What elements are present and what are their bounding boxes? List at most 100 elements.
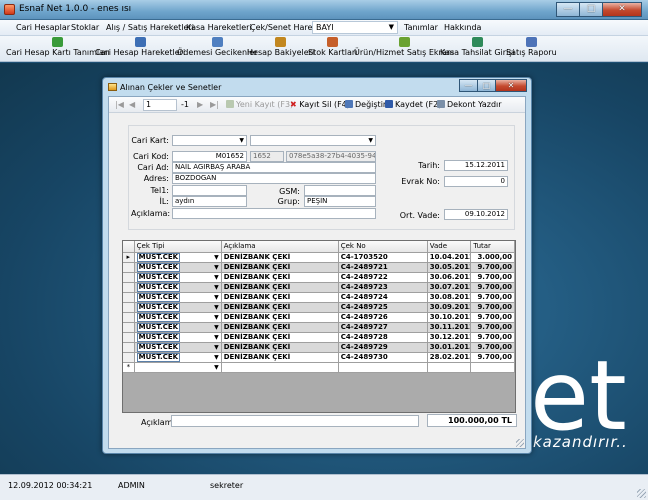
cell-cek-tipi[interactable]: MUST.CEK ▼ xyxy=(134,353,222,363)
cell-vade[interactable]: 30.06.2012 xyxy=(427,273,472,283)
row-selector[interactable] xyxy=(123,353,135,363)
tel1-field[interactable] xyxy=(172,185,247,196)
dialog-maximize-button[interactable]: □ xyxy=(477,79,496,92)
cell-cek-no[interactable]: C4-2489721 xyxy=(338,263,428,273)
cell-cek-tipi[interactable]: MUST.CEK ▼ xyxy=(134,283,222,293)
cell-cek-tipi[interactable]: MUST.CEK ▼ xyxy=(134,303,222,313)
cell-cek-tipi[interactable]: MUST.CEK ▼ xyxy=(134,253,222,263)
row-selector[interactable] xyxy=(123,303,135,313)
cell-cek-no[interactable]: C4-1703520 xyxy=(338,253,428,263)
cell-tutar[interactable]: 9.700,00 xyxy=(471,333,515,343)
cell-aciklama[interactable]: DENİZBANK ÇEKİ xyxy=(221,323,339,333)
delete-record-button[interactable]: ✖ Kayıt Sil (F4) xyxy=(290,100,350,109)
cell-vade[interactable]: 30.01.2013 xyxy=(427,343,472,353)
dialog-titlebar[interactable]: Alınan Çekler ve Senetler — □ ✕ xyxy=(103,78,531,95)
toolbar-cari-hareket[interactable]: Cari Hesap Hareketleri xyxy=(95,37,185,57)
cell-cek-tipi[interactable]: MUST.CEK ▼ xyxy=(134,343,222,353)
cell-cek-no[interactable]: C4-2489726 xyxy=(338,313,428,323)
last-record-icon[interactable]: ▶| xyxy=(210,100,219,109)
cell-cek-no[interactable]: C4-2489730 xyxy=(338,353,428,363)
cell-cek-tipi[interactable]: MUST.CEK ▼ xyxy=(134,313,222,323)
table-row[interactable]: MUST.CEK ▼ DENİZBANK ÇEKİ C4-2489730 28.02.2… xyxy=(123,353,515,363)
new-record-button[interactable]: Yeni Kayıt (F3) xyxy=(226,100,293,109)
cell-cek-no[interactable]: C4-2489722 xyxy=(338,273,428,283)
table-row[interactable]: MUST.CEK ▼ DENİZBANK ÇEKİ C4-2489729 30.01.2… xyxy=(123,343,515,353)
cell-tutar[interactable]: 9.700,00 xyxy=(471,283,515,293)
menu-hakkinda[interactable]: Hakkında xyxy=(444,23,481,32)
menu-kasa[interactable]: Kasa Hareketleri xyxy=(186,23,252,32)
dialog-resize-grip[interactable] xyxy=(516,439,524,447)
aciklama-field[interactable] xyxy=(172,208,376,219)
cell-vade[interactable]: 30.09.2012 xyxy=(427,303,472,313)
toolbar-stok-kartlari[interactable]: Stok Kartları xyxy=(308,37,357,57)
dialog-minimize-button[interactable]: — xyxy=(459,79,478,92)
row-selector[interactable] xyxy=(123,263,135,273)
table-row[interactable]: MUST.CEK ▼ DENİZBANK ÇEKİ C4-2489726 30.10.2… xyxy=(123,313,515,323)
cell-tutar[interactable]: 9.700,00 xyxy=(471,273,515,283)
menu-cari-hesaplar[interactable]: Cari Hesaplar xyxy=(16,23,70,32)
cell-aciklama[interactable]: DENİZBANK ÇEKİ xyxy=(221,283,339,293)
row-selector[interactable] xyxy=(123,293,135,303)
gsm-field[interactable] xyxy=(304,185,376,196)
new-row-cek-no[interactable] xyxy=(338,363,428,373)
cari-kod-field[interactable]: M01652 xyxy=(172,151,247,162)
table-row[interactable]: MUST.CEK ▼ DENİZBANK ÇEKİ C4-2489724 30.08.2… xyxy=(123,293,515,303)
row-selector[interactable] xyxy=(123,273,135,283)
table-row[interactable]: ▸ MUST.CEK ▼ DENİZBANK ÇEKİ C4-1703520 10.04.… xyxy=(123,253,515,263)
row-selector[interactable] xyxy=(123,313,135,323)
cell-cek-no[interactable]: C4-2489724 xyxy=(338,293,428,303)
cari-ad-field[interactable]: NAİL AĞIRBAŞ ARABA xyxy=(172,162,376,173)
main-titlebar[interactable]: Esnaf Net 1.0.0 - enes ısı — □ ✕ xyxy=(0,0,648,20)
edit-button[interactable]: Değiştir xyxy=(345,100,386,109)
new-row-tutar[interactable] xyxy=(471,363,515,373)
first-record-icon[interactable]: |◀ xyxy=(115,100,124,109)
close-button[interactable]: ✕ xyxy=(602,2,642,17)
toolbar-odemesi-gecikenler[interactable]: Ödemesi Gecikenler xyxy=(177,37,257,57)
save-button[interactable]: Kaydet (F2) xyxy=(385,100,441,109)
company-select[interactable]: BAYI ▼ xyxy=(312,21,398,34)
cell-vade[interactable]: 30.08.2012 xyxy=(427,293,472,303)
toolbar-hesap-bakiyeleri[interactable]: Hesap Bakiyeleri xyxy=(247,37,314,57)
grup-field[interactable]: PEŞİN xyxy=(304,196,376,207)
dialog-close-button[interactable]: ✕ xyxy=(495,79,527,92)
cell-aciklama[interactable]: DENİZBANK ÇEKİ xyxy=(221,343,339,353)
cell-cek-no[interactable]: C4-2489728 xyxy=(338,333,428,343)
cell-vade[interactable]: 30.05.2012 xyxy=(427,263,472,273)
cell-tutar[interactable]: 9.700,00 xyxy=(471,323,515,333)
cell-aciklama[interactable]: DENİZBANK ÇEKİ xyxy=(221,333,339,343)
new-row-aciklama[interactable] xyxy=(221,363,339,373)
print-receipt-button[interactable]: Dekont Yazdır xyxy=(437,100,502,109)
menu-stoklar[interactable]: Stoklar xyxy=(71,23,99,32)
cell-tutar[interactable]: 9.700,00 xyxy=(471,343,515,353)
cell-aciklama[interactable]: DENİZBANK ÇEKİ xyxy=(221,303,339,313)
cari-kart-name-select[interactable]: ▼ xyxy=(250,135,376,146)
cell-cek-tipi[interactable]: MUST.CEK ▼ xyxy=(134,323,222,333)
table-row[interactable]: MUST.CEK ▼ DENİZBANK ÇEKİ C4-2489722 30.06.2… xyxy=(123,273,515,283)
col-header-aciklama[interactable]: Açıklama xyxy=(221,241,339,253)
toolbar-kasa-tahsilat[interactable]: Kasa Tahsilat Girişi xyxy=(440,37,515,57)
cell-vade[interactable]: 10.04.2012 xyxy=(427,253,472,263)
cell-tutar[interactable]: 3.000,00 xyxy=(471,253,515,263)
cell-cek-no[interactable]: C4-2489727 xyxy=(338,323,428,333)
cell-cek-no[interactable]: C4-2489729 xyxy=(338,343,428,353)
evrak-no-field[interactable]: 0 xyxy=(444,176,508,187)
minimize-button[interactable]: — xyxy=(556,2,580,17)
cari-kart-select[interactable]: ▼ xyxy=(172,135,247,146)
next-record-icon[interactable]: ▶ xyxy=(197,100,203,109)
prev-record-icon[interactable]: ◀ xyxy=(129,100,135,109)
cell-tutar[interactable]: 9.700,00 xyxy=(471,353,515,363)
menu-alis-satis[interactable]: Alış / Satış Hareketleri xyxy=(106,23,194,32)
menu-tanimlar[interactable]: Tanımlar xyxy=(404,23,438,32)
cell-vade[interactable]: 28.02.2013 xyxy=(427,353,472,363)
new-row-cek-tipi[interactable]: ▼ xyxy=(134,363,222,373)
row-selector[interactable] xyxy=(123,343,135,353)
cell-aciklama[interactable]: DENİZBANK ÇEKİ xyxy=(221,353,339,363)
cell-tutar[interactable]: 9.700,00 xyxy=(471,313,515,323)
cell-aciklama[interactable]: DENİZBANK ÇEKİ xyxy=(221,293,339,303)
window-resize-grip[interactable] xyxy=(637,489,646,498)
col-header-vade[interactable]: Vade xyxy=(427,241,472,253)
row-selector[interactable]: ▸ xyxy=(123,253,135,263)
cell-cek-tipi[interactable]: MUST.CEK ▼ xyxy=(134,293,222,303)
col-header-tutar[interactable]: Tutar xyxy=(471,241,515,253)
col-header-cek-no[interactable]: Çek No xyxy=(338,241,428,253)
